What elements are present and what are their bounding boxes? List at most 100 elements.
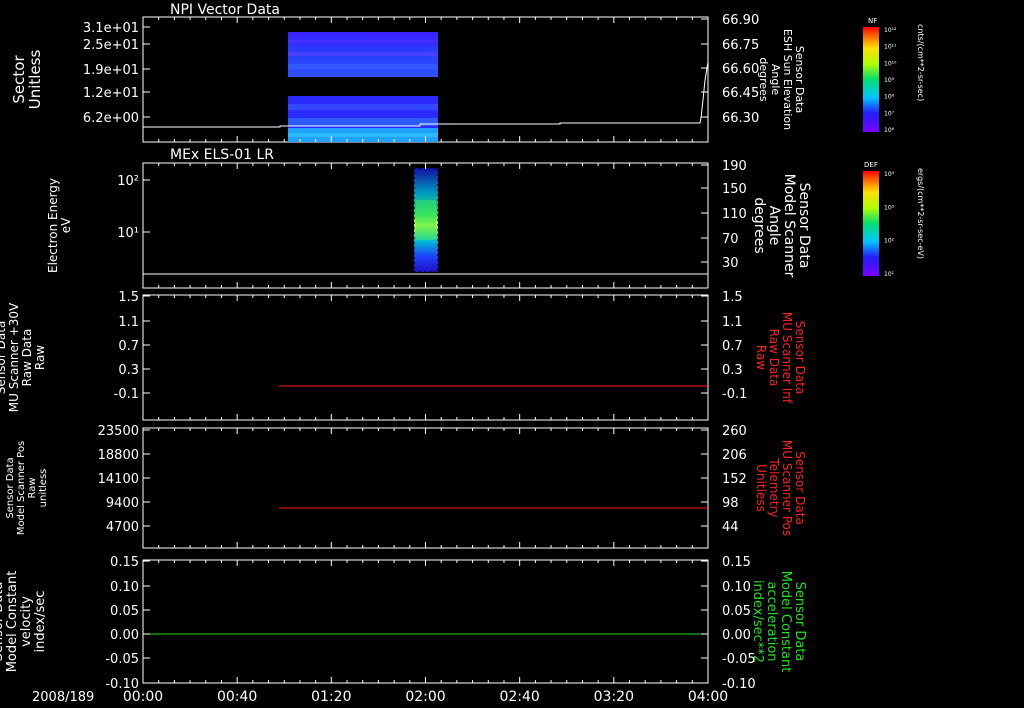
def-colorbar-tick: 10³ — [884, 204, 895, 211]
y2-axis-label: Raw — [754, 345, 768, 370]
y-tick-label: 6.2e+00 — [83, 111, 139, 126]
date-label: 2008/189 — [32, 690, 94, 705]
y2-axis-label: degrees — [751, 197, 767, 253]
y-axis-label: Raw Data — [20, 329, 34, 387]
y-tick-label: 1.9e+01 — [83, 63, 139, 78]
y2-tick-label: 1.1 — [722, 315, 743, 330]
y2-axis-label: Unitless — [754, 464, 768, 512]
y-tick-label: 0.00 — [110, 628, 139, 643]
y-tick-label: 0.3 — [118, 363, 139, 378]
y2-tick-label: 66.30 — [722, 111, 759, 126]
y-tick-label: 4700 — [106, 520, 139, 535]
y-axis-label: Sensor Data — [5, 457, 16, 518]
nf-colorbar-tick: 10⁷ — [884, 110, 895, 117]
y-tick-label: -0.05 — [105, 652, 139, 667]
y2-axis-label: Model Scanner — [781, 174, 797, 278]
y2-tick-label: 66.75 — [722, 38, 759, 53]
y-axis-label: unitless — [38, 469, 49, 508]
y2-tick-label: 0.00 — [722, 628, 751, 643]
y-tick-label: 14100 — [98, 472, 139, 487]
y-tick-label: 0.10 — [110, 580, 139, 595]
axis-annotations: 3.1e+01 2.5e+01 1.9e+01 1.2e+01 6.2e+00 66.90… — [0, 13, 897, 705]
def-colorbar — [863, 171, 879, 276]
y-tick-label: 10² — [117, 174, 139, 189]
y-tick-label: 0.7 — [118, 339, 139, 354]
x-tick-label: 02:40 — [499, 689, 539, 705]
def-colorbar-label: DEF — [864, 161, 878, 169]
x-tick-label: 04:00 — [688, 689, 728, 705]
def-colorbar-units: ergs/(cm**2-sr-sec-eV) — [916, 168, 925, 259]
panel-3-frame — [142, 294, 709, 421]
y2-tick-label: 150 — [722, 182, 747, 197]
x-tick-label: 03:20 — [594, 689, 634, 705]
y2-tick-label: 30 — [722, 256, 739, 271]
y2-tick-label: 0.05 — [722, 604, 751, 619]
def-colorbar-tick: 10² — [884, 238, 895, 245]
nf-colorbar-tick: 10⁸ — [884, 94, 895, 101]
x-tick-label: 02:00 — [405, 689, 445, 705]
y-tick-label: 18800 — [98, 448, 139, 463]
panel-4-frame — [142, 427, 709, 549]
y-axis-label: MU Scanner +30V — [7, 302, 21, 412]
nf-colorbar — [863, 27, 879, 132]
y-tick-label: 0.05 — [110, 604, 139, 619]
y2-tick-label: 98 — [722, 496, 739, 511]
y-axis-label: Unitless — [26, 50, 44, 110]
y-axis-label: eV — [59, 217, 73, 233]
y2-axis-label: index/sec**2 — [750, 580, 765, 663]
y2-tick-label: 70 — [722, 232, 739, 247]
y2-axis-label: Sensor Data — [792, 582, 807, 662]
y2-tick-label: 66.90 — [722, 13, 759, 28]
y-axis-label: Model Scanner Pos — [16, 441, 27, 535]
y2-axis-label: Sensor Data — [793, 451, 807, 525]
y2-tick-label: 110 — [722, 207, 747, 222]
y-axis-label: Raw — [33, 345, 47, 370]
y-axis-label: Model Constant — [5, 571, 20, 673]
y-tick-label: 0.15 — [110, 555, 139, 570]
y2-tick-label: 1.5 — [722, 290, 743, 305]
y-tick-label: 1.2e+01 — [83, 86, 139, 101]
y2-tick-label: 152 — [722, 472, 747, 487]
y-tick-label: 1.5 — [118, 290, 139, 305]
y2-axis-label: Angle — [766, 206, 782, 246]
x-tick-label: 00:00 — [123, 689, 163, 705]
x-tick-label: 00:40 — [217, 689, 257, 705]
nf-colorbar-tick: 10⁶ — [884, 127, 895, 134]
y-tick-label: 10¹ — [117, 226, 139, 241]
y-tick-label: 23500 — [98, 424, 139, 439]
nf-colorbar-label: NF — [868, 17, 877, 25]
y2-tick-label: 0.3 — [722, 363, 743, 378]
y2-axis-label: MU Scanner Inf — [780, 312, 794, 404]
y-axis-label: velocity — [19, 596, 34, 647]
y-axis-label: Electron Energy — [46, 178, 60, 273]
y2-axis-label: Telemetry — [767, 457, 781, 517]
y2-tick-label: 260 — [722, 424, 747, 439]
panel-2-title: MEx ELS-01 LR — [170, 147, 274, 163]
panel-5-frame — [142, 559, 709, 684]
y2-tick-label: 44 — [722, 520, 739, 535]
y2-axis-label: Raw Data — [767, 329, 781, 387]
y-axis-label: Raw — [27, 477, 38, 498]
y2-tick-label: 66.45 — [722, 86, 759, 101]
y2-tick-label: 190 — [722, 159, 747, 174]
def-colorbar-tick: 10¹ — [884, 271, 895, 278]
y2-axis-label: acceleration — [764, 581, 779, 661]
y2-tick-label: -0.1 — [722, 387, 747, 402]
y2-axis-label: Model Constant — [778, 571, 793, 673]
y2-tick-label: 0.10 — [722, 580, 751, 595]
nf-colorbar-units: cnts/(cm**2-sr-sec) — [916, 24, 925, 101]
nf-colorbar-tick: 10⁹ — [884, 77, 895, 84]
y2-tick-label: 66.60 — [722, 62, 759, 77]
y2-axis-label: MU Scanner Pos — [780, 440, 794, 536]
nf-colorbar-tick: 10¹¹ — [884, 44, 897, 51]
panel-1-title: NPI Vector Data — [170, 2, 280, 18]
y2-axis-label: degrees — [757, 57, 770, 102]
y2-tick-label: 0.15 — [722, 555, 751, 570]
y2-axis-label: Sensor Data — [796, 183, 812, 269]
x-tick-label: 01:20 — [311, 689, 351, 705]
plot-canvas: NPI Vector Data MEx ELS-01 LR NF cnts/(c… — [0, 2, 925, 705]
y2-tick-label: 0.7 — [722, 339, 743, 354]
y-axis-label: index/sec — [33, 591, 48, 653]
nf-colorbar-tick: 10¹⁰ — [884, 60, 897, 67]
y-tick-label: 1.1 — [118, 315, 139, 330]
